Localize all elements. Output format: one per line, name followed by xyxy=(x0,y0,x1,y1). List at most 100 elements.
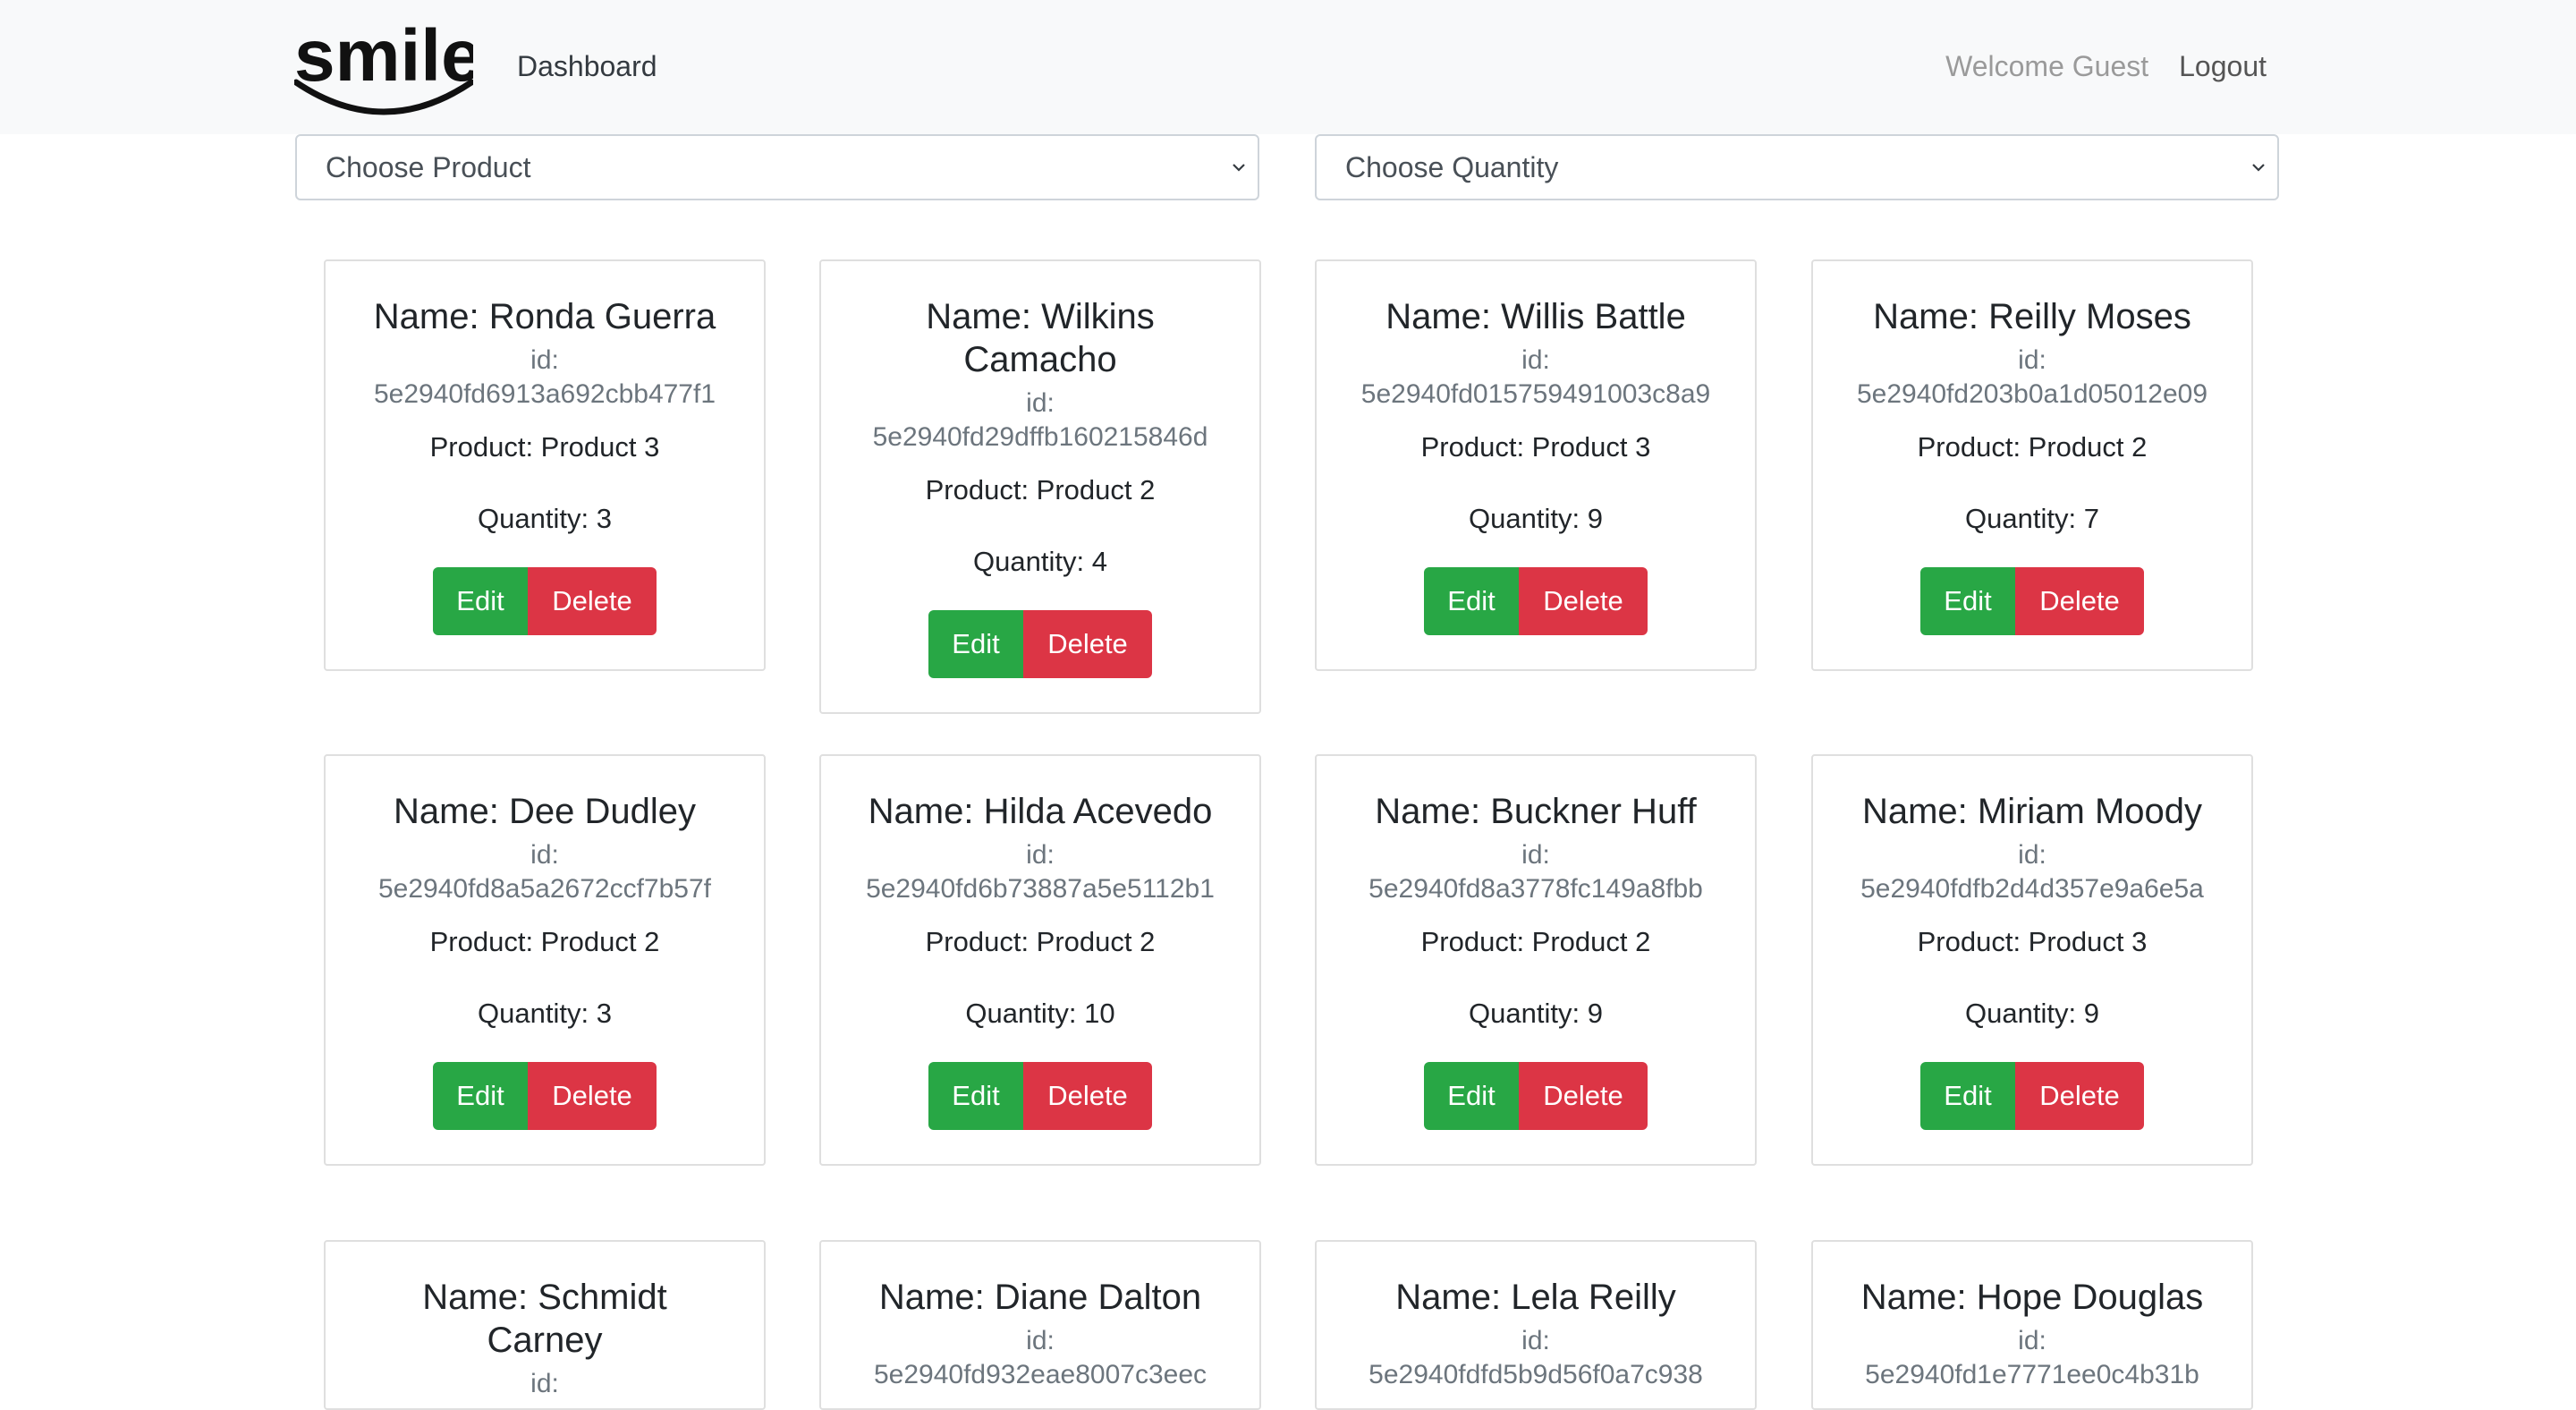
brand-logo[interactable]: smile xyxy=(294,16,473,116)
delete-button[interactable]: Delete xyxy=(1519,1062,1648,1130)
card-id-label: id: xyxy=(2018,1326,2046,1355)
card-actions: Edit Delete xyxy=(433,567,657,635)
card-product: Product: Product 2 xyxy=(429,926,660,957)
card-name: Name: Hope Douglas xyxy=(1860,1278,2204,1317)
card-id-value: 5e2940fdfd5b9d56f0a7c938 xyxy=(1368,1360,1703,1389)
product-select[interactable]: Choose Product xyxy=(295,134,1259,200)
customer-card: Name: Reilly Moses id: 5e2940fd203b0a1d050… xyxy=(1811,259,2253,671)
card-name: Name: Ronda Guerra xyxy=(373,297,716,336)
chevron-down-icon xyxy=(2252,164,2265,172)
card-id-label: id: xyxy=(1026,840,1055,870)
card-name: Name: Buckner Huff xyxy=(1375,792,1697,831)
card-product: Product: Product 2 xyxy=(925,474,1156,505)
card-id-label: id: xyxy=(1026,388,1055,418)
card-quantity: Quantity: 4 xyxy=(973,546,1107,577)
card-product: Product: Product 2 xyxy=(1420,926,1651,957)
card-actions: Edit Delete xyxy=(1920,567,2144,635)
customer-card: Name: Willis Battle id: 5e2940fd0157594910… xyxy=(1315,259,1757,671)
card-name: Name: Lela Reilly xyxy=(1395,1278,1676,1317)
card-id-label: id: xyxy=(2018,345,2046,375)
card-product: Product: Product 3 xyxy=(429,431,660,463)
card-quantity: Quantity: 10 xyxy=(965,998,1115,1029)
card-name: Name: Wilkins Camacho xyxy=(926,297,1155,379)
card-name: Name: Miriam Moody xyxy=(1861,792,2203,831)
customer-card: Name: Dee Dudley id: 5e2940fd8a5a2672ccf7b… xyxy=(324,754,766,1166)
card-id-label: id: xyxy=(1521,840,1550,870)
delete-button[interactable]: Delete xyxy=(1023,1062,1152,1130)
card-actions: Edit Delete xyxy=(928,1062,1152,1130)
customer-card: Name: Hilda Acevedo id: 5e2940fd6b73887a5e… xyxy=(819,754,1261,1166)
card-name: Name: Hilda Acevedo xyxy=(868,792,1213,831)
quantity-select[interactable]: Choose Quantity xyxy=(1315,134,2279,200)
delete-button[interactable]: Delete xyxy=(1023,610,1152,678)
card-id-value: 5e2940fd1e7771ee0c4b31b xyxy=(1865,1360,2199,1389)
card-product: Product: Product 2 xyxy=(925,926,1156,957)
card-actions: Edit Delete xyxy=(928,610,1152,678)
card-id-value: 5e2940fd932eae8007c3eec xyxy=(873,1360,1208,1389)
card-quantity: Quantity: 9 xyxy=(1965,998,2099,1029)
card-actions: Edit Delete xyxy=(1424,567,1648,635)
card-id-label: id: xyxy=(530,345,559,375)
delete-button[interactable]: Delete xyxy=(1519,567,1648,635)
card-id-value: 5e2940fd6b73887a5e5112b1 xyxy=(866,874,1215,904)
card-actions: Edit Delete xyxy=(1920,1062,2144,1130)
nav-user-area: Welcome Guest Logout xyxy=(1945,47,2267,86)
card-quantity: Quantity: 7 xyxy=(1965,503,2099,534)
quantity-select-value: Choose Quantity xyxy=(1345,150,1559,183)
card-actions: Edit Delete xyxy=(433,1062,657,1130)
customer-card: Name: Buckner Huff id: 5e2940fd8a3778fc149… xyxy=(1315,754,1757,1166)
customer-card: Name: Wilkins Camacho id: 5e2940fd29dffb16… xyxy=(819,259,1261,714)
card-id-value: 5e2940fd8a5a2672ccf7b57f xyxy=(377,874,711,904)
card-id-value: 5e2940fd203b0a1d05012e09 xyxy=(1856,379,2208,409)
edit-button[interactable]: Edit xyxy=(1424,1062,1519,1130)
card-id-value: 5e2940fd8a3778fc149a8fbb xyxy=(1368,874,1703,904)
card-id-label: id: xyxy=(530,1369,559,1398)
customer-card: Name: Diane Dalton id: 5e2940fd932eae8007c… xyxy=(819,1240,1261,1410)
card-quantity: Quantity: 3 xyxy=(478,503,612,534)
card-name: Name: Diane Dalton xyxy=(878,1278,1202,1317)
card-id-label: id: xyxy=(2018,840,2046,870)
card-id-label: id: xyxy=(1026,1326,1055,1355)
edit-button[interactable]: Edit xyxy=(1920,1062,2015,1130)
delete-button[interactable]: Delete xyxy=(528,567,657,635)
svg-text:smile: smile xyxy=(294,16,473,97)
card-name: Name: Dee Dudley xyxy=(394,792,696,831)
card-actions: Edit Delete xyxy=(1424,1062,1648,1130)
card-name: Name: Schmidt Carney xyxy=(422,1278,667,1360)
product-select-value: Choose Product xyxy=(326,150,531,183)
customer-card: Name: Hope Douglas id: 5e2940fd1e7771ee0c4… xyxy=(1811,1240,2253,1410)
edit-button[interactable]: Edit xyxy=(1424,567,1519,635)
card-id-label: id: xyxy=(1521,1326,1550,1355)
card-product: Product: Product 3 xyxy=(1917,926,2148,957)
navbar: smile Dashboard Welcome Guest Logout xyxy=(0,0,2576,134)
chevron-down-icon xyxy=(1233,164,1245,172)
delete-button[interactable]: Delete xyxy=(528,1062,657,1130)
customer-card: Name: Lela Reilly id: 5e2940fdfd5b9d56f0a7… xyxy=(1315,1240,1757,1410)
edit-button[interactable]: Edit xyxy=(928,1062,1023,1130)
delete-button[interactable]: Delete xyxy=(2015,1062,2144,1130)
card-id-value: 5e2940fd29dffb160215846d xyxy=(872,422,1208,452)
card-quantity: Quantity: 3 xyxy=(478,998,612,1029)
card-quantity: Quantity: 9 xyxy=(1469,998,1603,1029)
customer-card: Name: Schmidt Carney id: xyxy=(324,1240,766,1410)
card-quantity: Quantity: 9 xyxy=(1469,503,1603,534)
card-id-value: 5e2940fd015759491003c8a9 xyxy=(1360,379,1711,409)
card-product: Product: Product 3 xyxy=(1420,431,1651,463)
card-name: Name: Willis Battle xyxy=(1385,297,1686,336)
edit-button[interactable]: Edit xyxy=(1920,567,2015,635)
card-product: Product: Product 2 xyxy=(1917,431,2148,463)
edit-button[interactable]: Edit xyxy=(928,610,1023,678)
logout-link[interactable]: Logout xyxy=(2179,47,2267,86)
edit-button[interactable]: Edit xyxy=(433,567,528,635)
customer-card: Name: Ronda Guerra id: 5e2940fd6913a692cbb… xyxy=(324,259,766,671)
card-id-value: 5e2940fd6913a692cbb477f1 xyxy=(373,379,716,409)
card-id-value: 5e2940fdfb2d4d357e9a6e5a xyxy=(1860,874,2204,904)
customer-card: Name: Miriam Moody id: 5e2940fdfb2d4d357e9… xyxy=(1811,754,2253,1166)
nav-dashboard-link[interactable]: Dashboard xyxy=(517,47,657,86)
card-id-label: id: xyxy=(1521,345,1550,375)
welcome-text: Welcome Guest xyxy=(1945,50,2149,82)
delete-button[interactable]: Delete xyxy=(2015,567,2144,635)
card-id-label: id: xyxy=(530,840,559,870)
card-name: Name: Reilly Moses xyxy=(1873,297,2191,336)
edit-button[interactable]: Edit xyxy=(433,1062,528,1130)
